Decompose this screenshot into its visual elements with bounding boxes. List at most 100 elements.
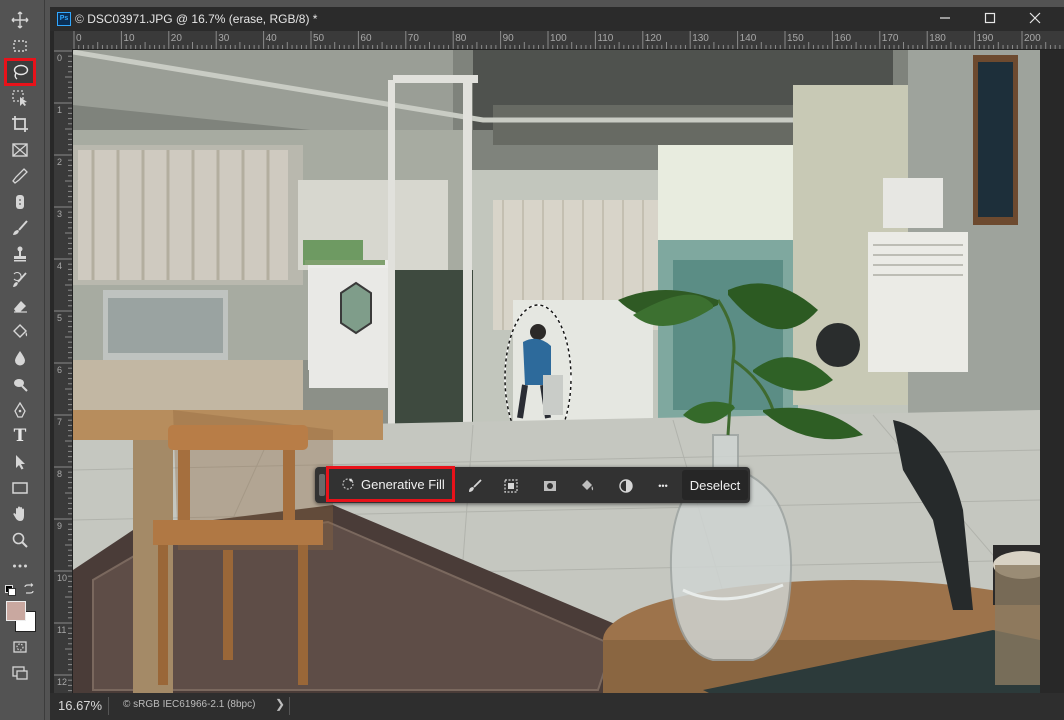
brush-tool[interactable] xyxy=(5,215,35,241)
ruler-label: 6 xyxy=(57,365,63,375)
frame-tool[interactable] xyxy=(5,137,35,163)
eyedropper-icon xyxy=(12,168,28,184)
ruler-origin[interactable] xyxy=(54,31,72,49)
paint-bucket-tool[interactable] xyxy=(5,319,35,345)
modify-selection-button[interactable] xyxy=(466,477,484,495)
move-tool[interactable] xyxy=(5,7,35,33)
frame-icon xyxy=(12,143,28,157)
type-tool[interactable]: T xyxy=(5,423,35,449)
swap-colors-icon[interactable] xyxy=(23,582,35,594)
invert-selection-icon xyxy=(504,479,518,493)
screen-mode-button[interactable] xyxy=(5,660,35,686)
screen-mode-icon xyxy=(12,666,28,680)
image-canvas[interactable]: 4 xyxy=(73,50,1040,695)
mask-icon xyxy=(544,481,556,491)
spot-healing-tool[interactable] xyxy=(5,189,35,215)
dodge-tool[interactable] xyxy=(5,371,35,397)
create-mask-button[interactable] xyxy=(541,477,559,495)
ruler-label: 4 xyxy=(57,261,63,271)
brush-icon xyxy=(13,220,28,235)
minimize-button[interactable] xyxy=(934,9,956,27)
path-selection-tool[interactable] xyxy=(5,449,35,475)
ruler-label: 1 xyxy=(57,105,63,115)
vertical-ruler[interactable]: 0 1 2 3 4 5 6 7 8 9 10 11 12 xyxy=(54,49,73,695)
hand-icon xyxy=(13,506,24,521)
ruler-label: 8 xyxy=(57,469,63,479)
history-brush-tool[interactable] xyxy=(5,267,35,293)
lasso-icon xyxy=(13,64,29,80)
zoom-level[interactable]: 16.67% xyxy=(58,698,102,713)
crop-tool[interactable] xyxy=(5,111,35,137)
ruler-label: 180 xyxy=(929,33,946,44)
fill-icon xyxy=(582,480,594,491)
brush-mask-icon xyxy=(469,479,482,492)
horizontal-ruler[interactable]: 0 10 20 30 40 50 60 70 80 90 100 110 120 130 140 150 160… xyxy=(72,31,1064,50)
close-tab-icon[interactable]: © xyxy=(75,12,87,26)
close-button[interactable] xyxy=(1024,9,1046,27)
ruler-label: 120 xyxy=(644,33,662,44)
status-divider xyxy=(108,697,109,715)
crop-icon xyxy=(12,116,28,132)
eyedropper-tool[interactable] xyxy=(5,163,35,189)
adjustment-layer-button[interactable] xyxy=(617,477,635,495)
more-tools[interactable] xyxy=(5,553,35,579)
invert-selection-button[interactable] xyxy=(502,477,520,495)
ruler-label: 20 xyxy=(170,33,182,44)
object-selection-tool[interactable] xyxy=(5,85,35,111)
ruler-label: 170 xyxy=(881,33,899,44)
ruler-label: 140 xyxy=(739,33,757,44)
fill-selection-button[interactable] xyxy=(578,477,596,495)
hand-tool[interactable] xyxy=(5,501,35,527)
ruler-label: 150 xyxy=(787,33,804,44)
document-title: © DSC03971.JPG @ 16.7% (erase, RGB/8) * xyxy=(75,12,317,26)
stamp-icon xyxy=(14,246,26,262)
generative-fill-button[interactable]: Generative Fill xyxy=(326,466,455,502)
deselect-button[interactable]: Deselect xyxy=(682,470,748,500)
toolbar-divider xyxy=(44,0,45,720)
rectangle-icon xyxy=(12,482,28,494)
ruler-label: 3 xyxy=(57,209,63,219)
move-icon xyxy=(11,11,29,29)
ruler-label: 2 xyxy=(57,157,63,167)
document-tab[interactable]: Ps © DSC03971.JPG @ 16.7% (erase, RGB/8)… xyxy=(50,7,1064,31)
more-options-button[interactable]: ••• xyxy=(654,477,672,495)
ruler-label: 130 xyxy=(692,33,709,44)
default-colors-icon[interactable] xyxy=(5,585,16,596)
arrow-icon xyxy=(16,455,25,470)
taskbar-drag-handle[interactable] xyxy=(319,474,325,496)
ruler-label: 160 xyxy=(834,33,852,44)
ruler-label: 200 xyxy=(1024,33,1041,44)
eraser-tool[interactable] xyxy=(5,293,35,319)
lasso-tool[interactable] xyxy=(4,58,36,86)
zoom-tool[interactable] xyxy=(5,527,35,553)
type-icon: T xyxy=(13,426,27,446)
rectangle-tool[interactable] xyxy=(5,475,35,501)
ruler-label: 60 xyxy=(360,33,372,44)
foreground-color-swatch[interactable] xyxy=(6,601,26,621)
ruler-label: 5 xyxy=(57,313,63,323)
ellipsis-icon xyxy=(13,564,27,568)
ruler-label: 90 xyxy=(502,33,514,44)
minimize-icon xyxy=(940,17,950,19)
maximize-button[interactable] xyxy=(979,9,1001,27)
dodge-icon xyxy=(14,379,28,392)
rect-marquee-icon xyxy=(13,40,27,52)
ruler-label: 10 xyxy=(57,573,68,583)
clone-stamp-tool[interactable] xyxy=(5,241,35,267)
quick-mask-button[interactable] xyxy=(5,634,35,660)
ruler-label: 7 xyxy=(57,417,63,427)
deselect-label: Deselect xyxy=(689,477,741,493)
ruler-label: 190 xyxy=(976,33,994,44)
bandage-icon xyxy=(16,195,24,209)
status-divider xyxy=(289,697,290,715)
marquee-tool[interactable] xyxy=(5,33,35,59)
blur-tool[interactable] xyxy=(5,345,35,371)
history-brush-icon xyxy=(13,271,27,287)
status-bar: 16.67% © sRGB IEC61966-2.1 (8bpc) ❯ xyxy=(50,693,1064,720)
maximize-icon xyxy=(984,12,996,24)
pen-tool[interactable] xyxy=(5,397,35,423)
status-menu-arrow-icon[interactable]: ❯ xyxy=(275,697,285,711)
ruler-label: 40 xyxy=(265,33,277,44)
more-icon: ••• xyxy=(658,481,668,491)
color-profile: © sRGB IEC61966-2.1 (8bpc) xyxy=(123,699,256,710)
